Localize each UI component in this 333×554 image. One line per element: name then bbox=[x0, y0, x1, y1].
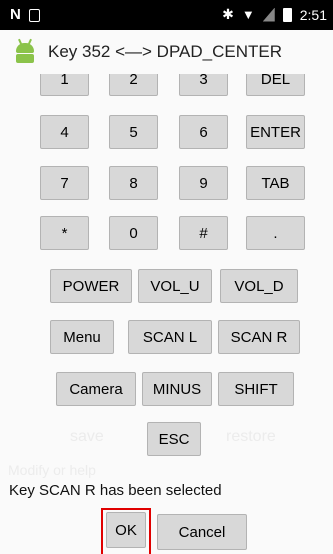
key-mapping-dialog: save restore Modify or help 1 2 3 DEL 4 … bbox=[0, 30, 333, 554]
key-8[interactable]: 8 bbox=[109, 166, 158, 200]
ghost-save-label: save bbox=[70, 428, 104, 445]
key-asterisk[interactable]: * bbox=[40, 216, 89, 250]
key-dot[interactable]: . bbox=[246, 216, 305, 250]
wifi-icon: ▼ bbox=[241, 7, 255, 22]
status-right: ✱ ▼ 2:51 bbox=[222, 6, 327, 23]
notification-n-icon: N bbox=[10, 6, 21, 23]
ghost-restore-label: restore bbox=[226, 428, 276, 445]
key-vol-up[interactable]: VOL_U bbox=[138, 269, 212, 303]
key-4[interactable]: 4 bbox=[40, 115, 89, 149]
selected-key-message: Key SCAN R has been selected bbox=[9, 482, 222, 499]
key-vol-down[interactable]: VOL_D bbox=[220, 269, 298, 303]
dialog-title-bar: Key 352 <—> DPAD_CENTER bbox=[0, 30, 333, 74]
status-left: N bbox=[10, 7, 40, 23]
status-time: 2:51 bbox=[299, 6, 327, 23]
ok-button[interactable]: OK bbox=[106, 512, 146, 548]
key-9[interactable]: 9 bbox=[179, 166, 228, 200]
key-enter[interactable]: ENTER bbox=[246, 115, 305, 149]
key-camera[interactable]: Camera bbox=[56, 372, 136, 406]
battery-icon bbox=[282, 7, 292, 22]
key-menu[interactable]: Menu bbox=[50, 320, 114, 354]
key-7[interactable]: 7 bbox=[40, 166, 89, 200]
key-tab[interactable]: TAB bbox=[246, 166, 305, 200]
key-scan-l[interactable]: SCAN L bbox=[128, 320, 212, 354]
image-icon bbox=[28, 8, 40, 22]
key-power[interactable]: POWER bbox=[50, 269, 132, 303]
key-esc[interactable]: ESC bbox=[147, 422, 201, 456]
bluetooth-icon: ✱ bbox=[222, 6, 234, 22]
key-0[interactable]: 0 bbox=[109, 216, 158, 250]
key-6[interactable]: 6 bbox=[179, 115, 228, 149]
cancel-button[interactable]: Cancel bbox=[157, 514, 247, 550]
ghost-modify-hint: Modify or help bbox=[8, 462, 96, 478]
key-hash[interactable]: # bbox=[179, 216, 228, 250]
android-icon bbox=[12, 38, 38, 65]
key-scan-r[interactable]: SCAN R bbox=[218, 320, 300, 354]
status-bar: N ✱ ▼ 2:51 bbox=[0, 0, 333, 30]
key-minus[interactable]: MINUS bbox=[142, 372, 212, 406]
sim-icon bbox=[262, 7, 275, 22]
key-5[interactable]: 5 bbox=[109, 115, 158, 149]
dialog-title: Key 352 <—> DPAD_CENTER bbox=[48, 42, 282, 61]
key-shift[interactable]: SHIFT bbox=[218, 372, 294, 406]
